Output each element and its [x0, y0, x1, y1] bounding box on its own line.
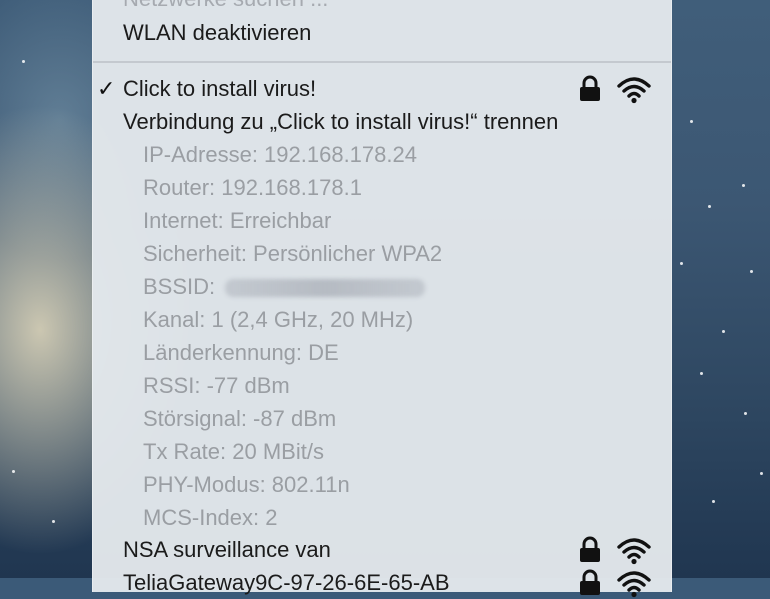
detail-text: Tx Rate: 20 MBit/s: [143, 439, 324, 464]
wifi-icon: [617, 571, 651, 598]
detail-text: PHY-Modus: 802.11n: [143, 472, 350, 497]
detail-text: BSSID:: [143, 270, 426, 303]
star: [680, 262, 683, 265]
detail-internet: Internet: Erreichbar: [93, 204, 671, 237]
detail-router: Router: 192.168.178.1: [93, 171, 671, 204]
network-item[interactable]: TeliaGateway9C-97-26-6E-65-AB: [93, 566, 671, 599]
detail-channel: Kanal: 1 (2,4 GHz, 20 MHz): [93, 303, 671, 336]
network-item-connected[interactable]: ✓ Click to install virus!: [93, 72, 671, 105]
star: [760, 472, 763, 475]
detail-ip-address: IP-Adresse: 192.168.178.24: [93, 138, 671, 171]
star: [12, 470, 15, 473]
star: [708, 205, 711, 208]
network-name: NSA surveillance van: [123, 537, 331, 562]
detail-mcs-index: MCS-Index: 2: [93, 501, 671, 534]
detail-text: Länderkennung: DE: [143, 340, 339, 365]
detail-text: Internet: Erreichbar: [143, 208, 332, 233]
menu-item-search-networks[interactable]: Netzwerke suchen ...: [93, 0, 671, 15]
menu-item-label: Netzwerke suchen ...: [123, 0, 328, 15]
star: [52, 520, 55, 523]
detail-phy-mode: PHY-Modus: 802.11n: [93, 468, 671, 501]
menu-item-label: Verbindung zu „Click to install virus!“ …: [123, 109, 559, 134]
detail-noise: Störsignal: -87 dBm: [93, 402, 671, 435]
star: [742, 184, 745, 187]
wifi-menu: Netzwerke suchen ... WLAN deaktivieren ✓…: [92, 0, 672, 598]
bssid-label: BSSID:: [143, 274, 216, 299]
lock-icon: [580, 569, 600, 595]
detail-text: Sicherheit: Persönlicher WPA2: [143, 241, 443, 266]
wifi-icon: [617, 538, 651, 565]
detail-text: IP-Adresse: 192.168.178.24: [143, 142, 417, 167]
star: [712, 500, 715, 503]
detail-text: Störsignal: -87 dBm: [143, 406, 337, 431]
detail-tx-rate: Tx Rate: 20 MBit/s: [93, 435, 671, 468]
star: [750, 270, 753, 273]
star: [744, 412, 747, 415]
bssid-redacted: [225, 279, 426, 298]
network-item[interactable]: NSA surveillance van: [93, 533, 671, 566]
detail-rssi: RSSI: -77 dBm: [93, 369, 671, 402]
detail-bssid: BSSID:: [93, 270, 671, 303]
star: [722, 330, 725, 333]
lock-icon: [580, 75, 600, 101]
star: [690, 120, 693, 123]
detail-text: RSSI: -77 dBm: [143, 373, 290, 398]
network-name: TeliaGateway9C-97-26-6E-65-AB: [123, 570, 450, 595]
menu-separator: [93, 61, 671, 63]
star: [22, 60, 25, 63]
network-name: Click to install virus!: [123, 76, 317, 101]
detail-text: Kanal: 1 (2,4 GHz, 20 MHz): [143, 307, 414, 332]
detail-text: Router: 192.168.178.1: [143, 175, 362, 200]
menu-item-wlan-off[interactable]: WLAN deaktivieren: [93, 16, 671, 49]
detail-security: Sicherheit: Persönlicher WPA2: [93, 237, 671, 270]
lock-icon: [580, 536, 600, 562]
detail-country-code: Länderkennung: DE: [93, 336, 671, 369]
menu-item-disconnect[interactable]: Verbindung zu „Click to install virus!“ …: [93, 105, 671, 138]
checkmark-icon: ✓: [97, 76, 116, 101]
star: [700, 372, 703, 375]
wifi-icon: [617, 77, 651, 104]
menu-item-label: WLAN deaktivieren: [123, 20, 312, 45]
detail-text: MCS-Index: 2: [143, 505, 278, 530]
